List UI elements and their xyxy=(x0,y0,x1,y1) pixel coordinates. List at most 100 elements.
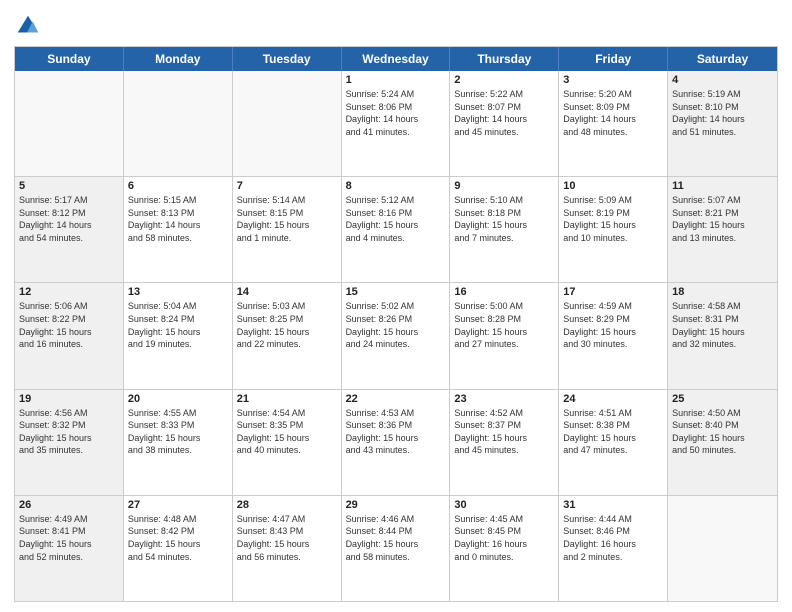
calendar-cell: 7 Sunrise: 5:14 AM Sunset: 8:15 PM Daylig… xyxy=(233,177,342,282)
header xyxy=(14,12,778,40)
calendar-cell: 28 Sunrise: 4:47 AM Sunset: 8:43 PM Dayli… xyxy=(233,496,342,601)
cell-info: Sunrise: 4:53 AM Sunset: 8:36 PM Dayligh… xyxy=(346,407,446,457)
cell-info: Sunrise: 5:19 AM Sunset: 8:10 PM Dayligh… xyxy=(672,88,773,138)
calendar-cell: 19 Sunrise: 4:56 AM Sunset: 8:32 PM Dayli… xyxy=(15,390,124,495)
cell-info: Sunrise: 4:48 AM Sunset: 8:42 PM Dayligh… xyxy=(128,513,228,563)
calendar-cell: 15Sunrise: 5:02 AM Sunset: 8:26 PM Dayli… xyxy=(342,283,451,388)
calendar-cell xyxy=(668,496,777,601)
calendar-cell: 22 Sunrise: 4:53 AM Sunset: 8:36 PM Dayli… xyxy=(342,390,451,495)
cell-info: Sunrise: 5:22 AM Sunset: 8:07 PM Dayligh… xyxy=(454,88,554,138)
calendar-cell: 1Sunrise: 5:24 AM Sunset: 8:06 PM Daylig… xyxy=(342,71,451,176)
day-number: 13 xyxy=(128,286,228,298)
calendar-header-day: Sunday xyxy=(15,47,124,71)
day-number: 1 xyxy=(346,74,446,86)
day-number: 22 xyxy=(346,393,446,405)
cell-info: Sunrise: 4:46 AM Sunset: 8:44 PM Dayligh… xyxy=(346,513,446,563)
cell-info: Sunrise: 4:44 AM Sunset: 8:46 PM Dayligh… xyxy=(563,513,663,563)
cell-info: Sunrise: 4:47 AM Sunset: 8:43 PM Dayligh… xyxy=(237,513,337,563)
calendar-cell: 20 Sunrise: 4:55 AM Sunset: 8:33 PM Dayli… xyxy=(124,390,233,495)
calendar-cell: 29 Sunrise: 4:46 AM Sunset: 8:44 PM Dayli… xyxy=(342,496,451,601)
day-number: 17 xyxy=(563,286,663,298)
day-number: 6 xyxy=(128,180,228,192)
calendar-cell: 12Sunrise: 5:06 AM Sunset: 8:22 PM Dayli… xyxy=(15,283,124,388)
day-number: 25 xyxy=(672,393,773,405)
cell-info: Sunrise: 4:55 AM Sunset: 8:33 PM Dayligh… xyxy=(128,407,228,457)
day-number: 10 xyxy=(563,180,663,192)
calendar-cell: 6 Sunrise: 5:15 AM Sunset: 8:13 PM Daylig… xyxy=(124,177,233,282)
day-number: 23 xyxy=(454,393,554,405)
cell-info: Sunrise: 4:54 AM Sunset: 8:35 PM Dayligh… xyxy=(237,407,337,457)
day-number: 28 xyxy=(237,499,337,511)
cell-info: Sunrise: 4:59 AM Sunset: 8:29 PM Dayligh… xyxy=(563,300,663,350)
cell-info: Sunrise: 5:07 AM Sunset: 8:21 PM Dayligh… xyxy=(672,194,773,244)
logo xyxy=(14,12,46,40)
cell-info: Sunrise: 4:51 AM Sunset: 8:38 PM Dayligh… xyxy=(563,407,663,457)
calendar-cell: 3 Sunrise: 5:20 AM Sunset: 8:09 PM Daylig… xyxy=(559,71,668,176)
logo-icon xyxy=(14,12,42,40)
calendar-cell: 30 Sunrise: 4:45 AM Sunset: 8:45 PM Dayli… xyxy=(450,496,559,601)
calendar-week-row: 1Sunrise: 5:24 AM Sunset: 8:06 PM Daylig… xyxy=(15,71,777,176)
calendar-cell: 2 Sunrise: 5:22 AM Sunset: 8:07 PM Daylig… xyxy=(450,71,559,176)
day-number: 2 xyxy=(454,74,554,86)
cell-info: Sunrise: 5:06 AM Sunset: 8:22 PM Dayligh… xyxy=(19,300,119,350)
calendar-cell: 16 Sunrise: 5:00 AM Sunset: 8:28 PM Dayli… xyxy=(450,283,559,388)
cell-info: Sunrise: 4:52 AM Sunset: 8:37 PM Dayligh… xyxy=(454,407,554,457)
day-number: 21 xyxy=(237,393,337,405)
calendar-week-row: 26 Sunrise: 4:49 AM Sunset: 8:41 PM Dayli… xyxy=(15,495,777,601)
calendar-cell: 24 Sunrise: 4:51 AM Sunset: 8:38 PM Dayli… xyxy=(559,390,668,495)
day-number: 8 xyxy=(346,180,446,192)
day-number: 4 xyxy=(672,74,773,86)
cell-info: Sunrise: 5:04 AM Sunset: 8:24 PM Dayligh… xyxy=(128,300,228,350)
calendar-cell: 25 Sunrise: 4:50 AM Sunset: 8:40 PM Dayli… xyxy=(668,390,777,495)
calendar-cell xyxy=(233,71,342,176)
day-number: 26 xyxy=(19,499,119,511)
calendar-cell: 14Sunrise: 5:03 AM Sunset: 8:25 PM Dayli… xyxy=(233,283,342,388)
day-number: 19 xyxy=(19,393,119,405)
cell-info: Sunrise: 5:14 AM Sunset: 8:15 PM Dayligh… xyxy=(237,194,337,244)
calendar-cell: 18 Sunrise: 4:58 AM Sunset: 8:31 PM Dayli… xyxy=(668,283,777,388)
calendar-cell: 27Sunrise: 4:48 AM Sunset: 8:42 PM Dayli… xyxy=(124,496,233,601)
day-number: 5 xyxy=(19,180,119,192)
day-number: 7 xyxy=(237,180,337,192)
calendar-cell: 17 Sunrise: 4:59 AM Sunset: 8:29 PM Dayli… xyxy=(559,283,668,388)
cell-info: Sunrise: 5:12 AM Sunset: 8:16 PM Dayligh… xyxy=(346,194,446,244)
calendar-header-day: Saturday xyxy=(668,47,777,71)
calendar-header-day: Friday xyxy=(559,47,668,71)
calendar-header-day: Tuesday xyxy=(233,47,342,71)
calendar: SundayMondayTuesdayWednesdayThursdayFrid… xyxy=(14,46,778,602)
calendar-cell: 26 Sunrise: 4:49 AM Sunset: 8:41 PM Dayli… xyxy=(15,496,124,601)
calendar-body: 1Sunrise: 5:24 AM Sunset: 8:06 PM Daylig… xyxy=(15,71,777,601)
cell-info: Sunrise: 4:49 AM Sunset: 8:41 PM Dayligh… xyxy=(19,513,119,563)
cell-info: Sunrise: 4:50 AM Sunset: 8:40 PM Dayligh… xyxy=(672,407,773,457)
day-number: 20 xyxy=(128,393,228,405)
calendar-week-row: 12Sunrise: 5:06 AM Sunset: 8:22 PM Dayli… xyxy=(15,282,777,388)
day-number: 14 xyxy=(237,286,337,298)
calendar-cell: 5 Sunrise: 5:17 AM Sunset: 8:12 PM Daylig… xyxy=(15,177,124,282)
calendar-header-day: Monday xyxy=(124,47,233,71)
calendar-cell: 13 Sunrise: 5:04 AM Sunset: 8:24 PM Dayli… xyxy=(124,283,233,388)
calendar-cell: 31 Sunrise: 4:44 AM Sunset: 8:46 PM Dayli… xyxy=(559,496,668,601)
day-number: 11 xyxy=(672,180,773,192)
day-number: 18 xyxy=(672,286,773,298)
day-number: 24 xyxy=(563,393,663,405)
day-number: 30 xyxy=(454,499,554,511)
cell-info: Sunrise: 5:20 AM Sunset: 8:09 PM Dayligh… xyxy=(563,88,663,138)
calendar-cell: 10 Sunrise: 5:09 AM Sunset: 8:19 PM Dayli… xyxy=(559,177,668,282)
cell-info: Sunrise: 4:58 AM Sunset: 8:31 PM Dayligh… xyxy=(672,300,773,350)
cell-info: Sunrise: 5:00 AM Sunset: 8:28 PM Dayligh… xyxy=(454,300,554,350)
cell-info: Sunrise: 4:45 AM Sunset: 8:45 PM Dayligh… xyxy=(454,513,554,563)
day-number: 16 xyxy=(454,286,554,298)
cell-info: Sunrise: 4:56 AM Sunset: 8:32 PM Dayligh… xyxy=(19,407,119,457)
day-number: 31 xyxy=(563,499,663,511)
calendar-cell: 11 Sunrise: 5:07 AM Sunset: 8:21 PM Dayli… xyxy=(668,177,777,282)
calendar-cell: 8 Sunrise: 5:12 AM Sunset: 8:16 PM Daylig… xyxy=(342,177,451,282)
page: SundayMondayTuesdayWednesdayThursdayFrid… xyxy=(0,0,792,612)
day-number: 29 xyxy=(346,499,446,511)
calendar-cell: 9Sunrise: 5:10 AM Sunset: 8:18 PM Daylig… xyxy=(450,177,559,282)
cell-info: Sunrise: 5:15 AM Sunset: 8:13 PM Dayligh… xyxy=(128,194,228,244)
calendar-cell: 4 Sunrise: 5:19 AM Sunset: 8:10 PM Daylig… xyxy=(668,71,777,176)
day-number: 3 xyxy=(563,74,663,86)
cell-info: Sunrise: 5:09 AM Sunset: 8:19 PM Dayligh… xyxy=(563,194,663,244)
cell-info: Sunrise: 5:17 AM Sunset: 8:12 PM Dayligh… xyxy=(19,194,119,244)
calendar-week-row: 19 Sunrise: 4:56 AM Sunset: 8:32 PM Dayli… xyxy=(15,389,777,495)
